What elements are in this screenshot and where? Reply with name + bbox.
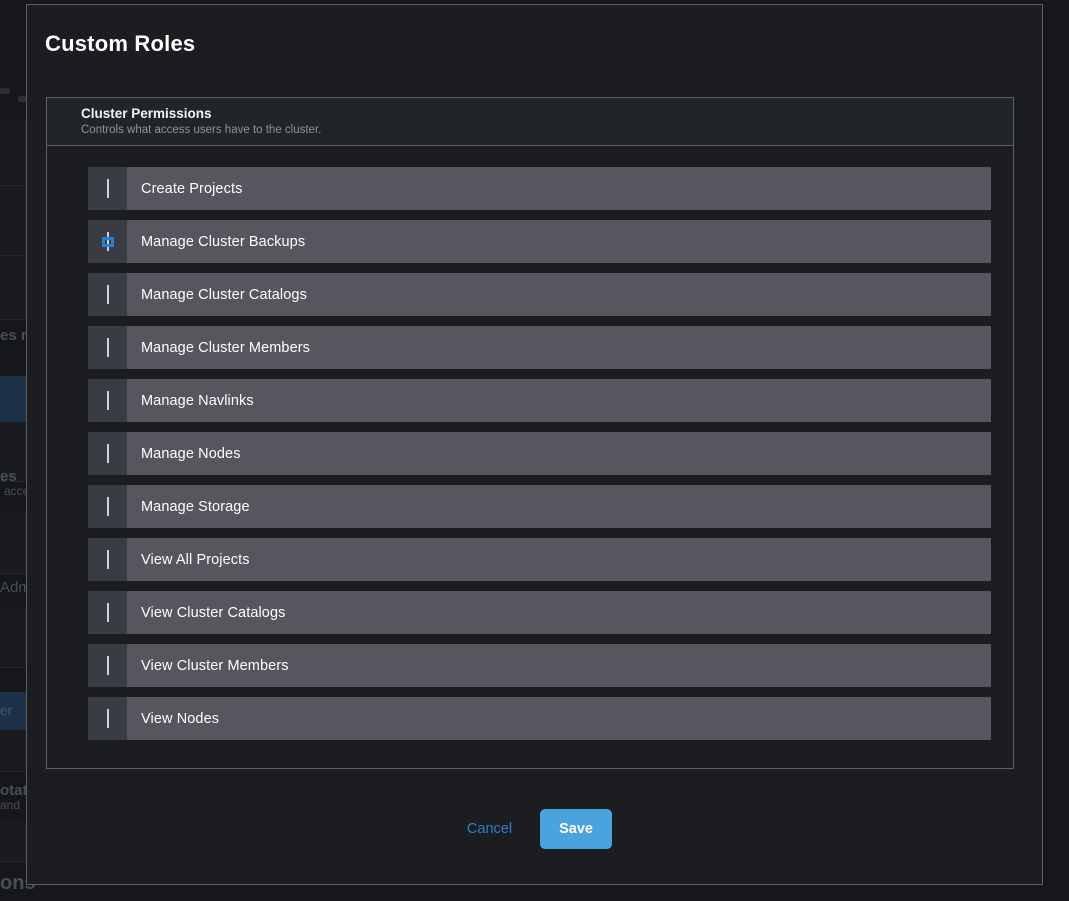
permission-checkbox-cell[interactable] [88,167,127,210]
backdrop-text: otat [0,782,28,799]
permission-label: Create Projects [141,180,243,197]
permission-row[interactable]: Manage Navlinks [88,379,991,422]
permission-row[interactable]: Manage Storage [88,485,991,528]
checkbox-box [106,284,109,304]
permission-label: Manage Nodes [141,445,241,462]
permission-row[interactable]: View Nodes [88,697,991,740]
backdrop-text: es [0,468,17,485]
permission-label: Manage Cluster Members [141,339,311,356]
panel-header: Cluster Permissions Controls what access… [47,98,1013,146]
checkbox-box [106,602,109,622]
permission-checkbox-cell[interactable] [88,591,127,634]
permission-checkbox-cell[interactable] [88,644,127,687]
checkbox-box [106,178,109,198]
checkbox-box [106,549,109,569]
permission-checkbox-cell[interactable] [88,379,127,422]
permission-row[interactable]: View Cluster Members [88,644,991,687]
permission-checkbox-cell[interactable] [88,697,127,740]
permission-checkbox-cell[interactable] [88,326,127,369]
cluster-permissions-panel: Cluster Permissions Controls what access… [46,97,1014,769]
save-button[interactable]: Save [540,809,613,849]
permission-row[interactable]: View All Projects [88,538,991,581]
backdrop-chip [0,88,10,94]
permission-checkbox-cell[interactable] [88,220,127,263]
permission-row[interactable]: View Cluster Catalogs [88,591,991,634]
permission-checkbox-cell[interactable] [88,485,127,528]
permission-label: View Nodes [141,710,220,727]
cancel-button[interactable]: Cancel [459,811,520,847]
checkbox-box [106,443,109,463]
permission-label: Manage Storage [141,498,250,515]
permission-label: View All Projects [141,551,250,568]
permission-label: Manage Cluster Backups [141,233,306,250]
backdrop-text: er [0,702,13,718]
checkbox-box [106,708,109,728]
permissions-list: Create Projects Manage Cluster Backups Man… [47,146,1013,740]
checkbox-box [106,337,109,357]
page-title: Custom Roles [45,31,196,56]
custom-roles-modal: Custom Roles Cluster Permissions Control… [26,4,1043,885]
checkbox-box [106,231,109,251]
permission-label: Manage Cluster Catalogs [141,286,307,303]
permission-row[interactable]: Manage Cluster Backups [88,220,991,263]
permission-checkbox-cell[interactable] [88,538,127,581]
permission-label: View Cluster Catalogs [141,604,286,621]
panel-subtitle: Controls what access users have to the c… [81,124,322,136]
permission-row[interactable]: Manage Cluster Catalogs [88,273,991,316]
panel-title: Cluster Permissions [81,106,212,121]
permission-checkbox-cell[interactable] [88,432,127,475]
checkbox-box [106,655,109,675]
permission-row[interactable]: Manage Cluster Members [88,326,991,369]
permission-label: View Cluster Members [141,657,289,674]
checkbox-box [106,496,109,516]
dialog-actions: Cancel Save [27,809,1042,849]
permission-row[interactable]: Manage Nodes [88,432,991,475]
permission-label: Manage Navlinks [141,392,254,409]
permission-checkbox-cell[interactable] [88,273,127,316]
permission-row[interactable]: Create Projects [88,167,991,210]
backdrop-text: and [0,798,21,812]
checkbox-box [106,390,109,410]
